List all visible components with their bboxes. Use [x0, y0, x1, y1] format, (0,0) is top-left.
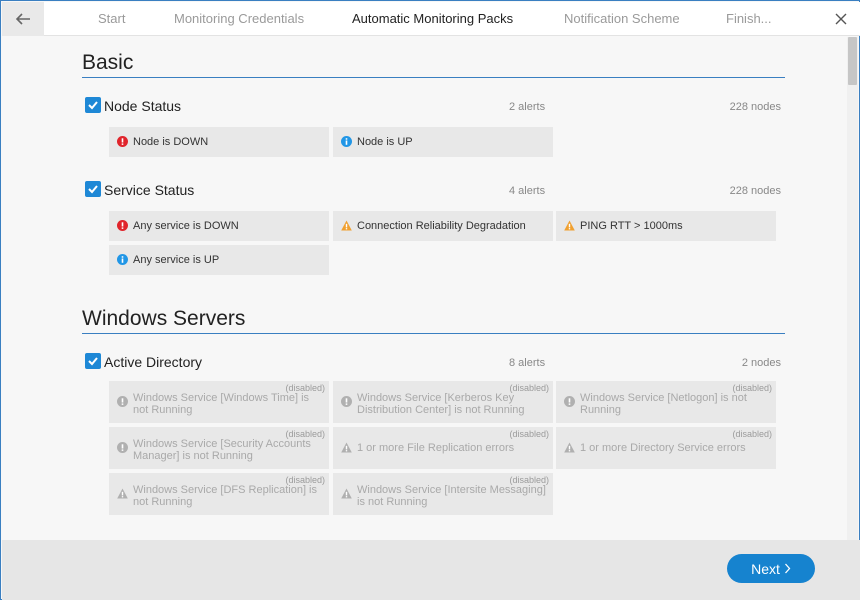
- alert-label: Connection Reliability Degradation: [357, 220, 526, 232]
- node-status-checkbox[interactable]: [85, 97, 101, 113]
- chevron-right-icon: [784, 563, 791, 574]
- alert-label: Windows Service [DFS Replication] is not…: [133, 484, 318, 508]
- alert-label: 1 or more Directory Service errors: [580, 442, 746, 454]
- disabled-label: (disabled): [509, 429, 549, 439]
- close-icon: [835, 13, 847, 25]
- disabled-error-icon: [117, 396, 128, 407]
- alert-label: PING RTT > 1000ms: [580, 220, 683, 232]
- disabled-warning-icon: [117, 488, 128, 499]
- vertical-scrollbar[interactable]: [847, 37, 858, 540]
- info-icon: [117, 254, 128, 265]
- alert-item[interactable]: Any service is UP: [109, 245, 329, 275]
- pack-alert-count: 4 alerts: [509, 185, 546, 197]
- wizard-footer: Next: [2, 540, 860, 600]
- pack-alert-count: 2 alerts: [509, 101, 546, 113]
- alert-label: 1 or more File Replication errors: [357, 442, 515, 454]
- alert-item[interactable]: Connection Reliability Degradation: [333, 211, 553, 241]
- alert-label: Any service is UP: [133, 254, 220, 266]
- pack-name-service-status[interactable]: Service Status: [104, 182, 194, 198]
- scrollbar-thumb[interactable]: [848, 37, 857, 85]
- pack-node-count: 2 nodes: [741, 357, 781, 369]
- alert-label: Windows Service [Security Accounts Manag…: [133, 438, 311, 462]
- pack-name-active-directory[interactable]: Active Directory: [104, 354, 202, 370]
- info-icon: [341, 136, 352, 147]
- disabled-error-icon: [117, 442, 128, 453]
- alert-item-disabled[interactable]: (disabled) 1 or more File Replication er…: [333, 427, 553, 469]
- checkmark-icon: [88, 101, 98, 110]
- alert-item-disabled[interactable]: (disabled) Windows Service [Windows Time…: [109, 381, 329, 423]
- pack-node-count: 228 nodes: [729, 185, 781, 197]
- alert-label: Windows Service [Netlogon] is not Runnin…: [580, 392, 747, 416]
- step-finish[interactable]: Finish...: [726, 2, 772, 36]
- error-icon: [117, 220, 128, 231]
- alert-item[interactable]: Node is DOWN: [109, 127, 329, 157]
- step-notification-scheme[interactable]: Notification Scheme: [564, 2, 680, 36]
- alert-label: Windows Service [Windows Time] is not Ru…: [133, 392, 310, 416]
- close-button[interactable]: [830, 8, 852, 30]
- section-title-basic: Basic: [82, 51, 134, 74]
- section-title-windows-servers: Windows Servers: [82, 307, 246, 330]
- step-automatic-monitoring-packs[interactable]: Automatic Monitoring Packs: [352, 2, 513, 36]
- error-icon: [117, 136, 128, 147]
- alert-label: Windows Service [Intersite Messaging] is…: [357, 484, 546, 508]
- alert-item[interactable]: Node is UP: [333, 127, 553, 157]
- section-divider: [82, 333, 785, 334]
- next-button-label: Next: [751, 560, 780, 577]
- wizard-steps: Start Monitoring Credentials Automatic M…: [44, 2, 824, 36]
- pack-node-count: 228 nodes: [729, 101, 781, 113]
- warning-icon: [564, 220, 575, 231]
- alert-item-disabled[interactable]: (disabled) Windows Service [Netlogon] is…: [556, 381, 776, 423]
- disabled-warning-icon: [564, 442, 575, 453]
- alert-item-disabled[interactable]: (disabled) Windows Service [Intersite Me…: [333, 473, 553, 515]
- monitoring-packs-list[interactable]: Basic Node Status 2 alerts 228 nodes Nod…: [2, 37, 848, 540]
- service-status-checkbox[interactable]: [85, 181, 101, 197]
- disabled-label: (disabled): [732, 429, 772, 439]
- disabled-warning-icon: [341, 488, 352, 499]
- disabled-error-icon: [564, 396, 575, 407]
- wizard-step-bar: Start Monitoring Credentials Automatic M…: [2, 2, 860, 36]
- wizard-window: Start Monitoring Credentials Automatic M…: [0, 0, 860, 600]
- section-divider: [82, 77, 785, 78]
- alert-item-disabled[interactable]: (disabled) Windows Service [DFS Replicat…: [109, 473, 329, 515]
- alert-label: Any service is DOWN: [133, 220, 239, 232]
- alert-label: Node is UP: [357, 136, 413, 148]
- alert-item[interactable]: Any service is DOWN: [109, 211, 329, 241]
- alert-label: Node is DOWN: [133, 136, 209, 148]
- pack-alert-count: 8 alerts: [509, 357, 546, 369]
- arrow-left-icon: [15, 13, 30, 25]
- alert-label: Windows Service [Kerberos Key Distributi…: [357, 392, 525, 416]
- disabled-error-icon: [341, 396, 352, 407]
- alert-item-disabled[interactable]: (disabled) Windows Service [Kerberos Key…: [333, 381, 553, 423]
- checkmark-icon: [88, 185, 98, 194]
- alert-item[interactable]: PING RTT > 1000ms: [556, 211, 776, 241]
- step-monitoring-credentials[interactable]: Monitoring Credentials: [174, 2, 304, 36]
- checkmark-icon: [88, 357, 98, 366]
- next-button[interactable]: Next: [727, 554, 815, 583]
- alert-item-disabled[interactable]: (disabled) Windows Service [Security Acc…: [109, 427, 329, 469]
- alert-item-disabled[interactable]: (disabled) 1 or more Directory Service e…: [556, 427, 776, 469]
- step-start[interactable]: Start: [98, 2, 125, 36]
- pack-name-node-status[interactable]: Node Status: [104, 98, 181, 114]
- disabled-warning-icon: [341, 442, 352, 453]
- warning-icon: [341, 220, 352, 231]
- active-directory-checkbox[interactable]: [85, 353, 101, 369]
- back-button[interactable]: [2, 2, 44, 36]
